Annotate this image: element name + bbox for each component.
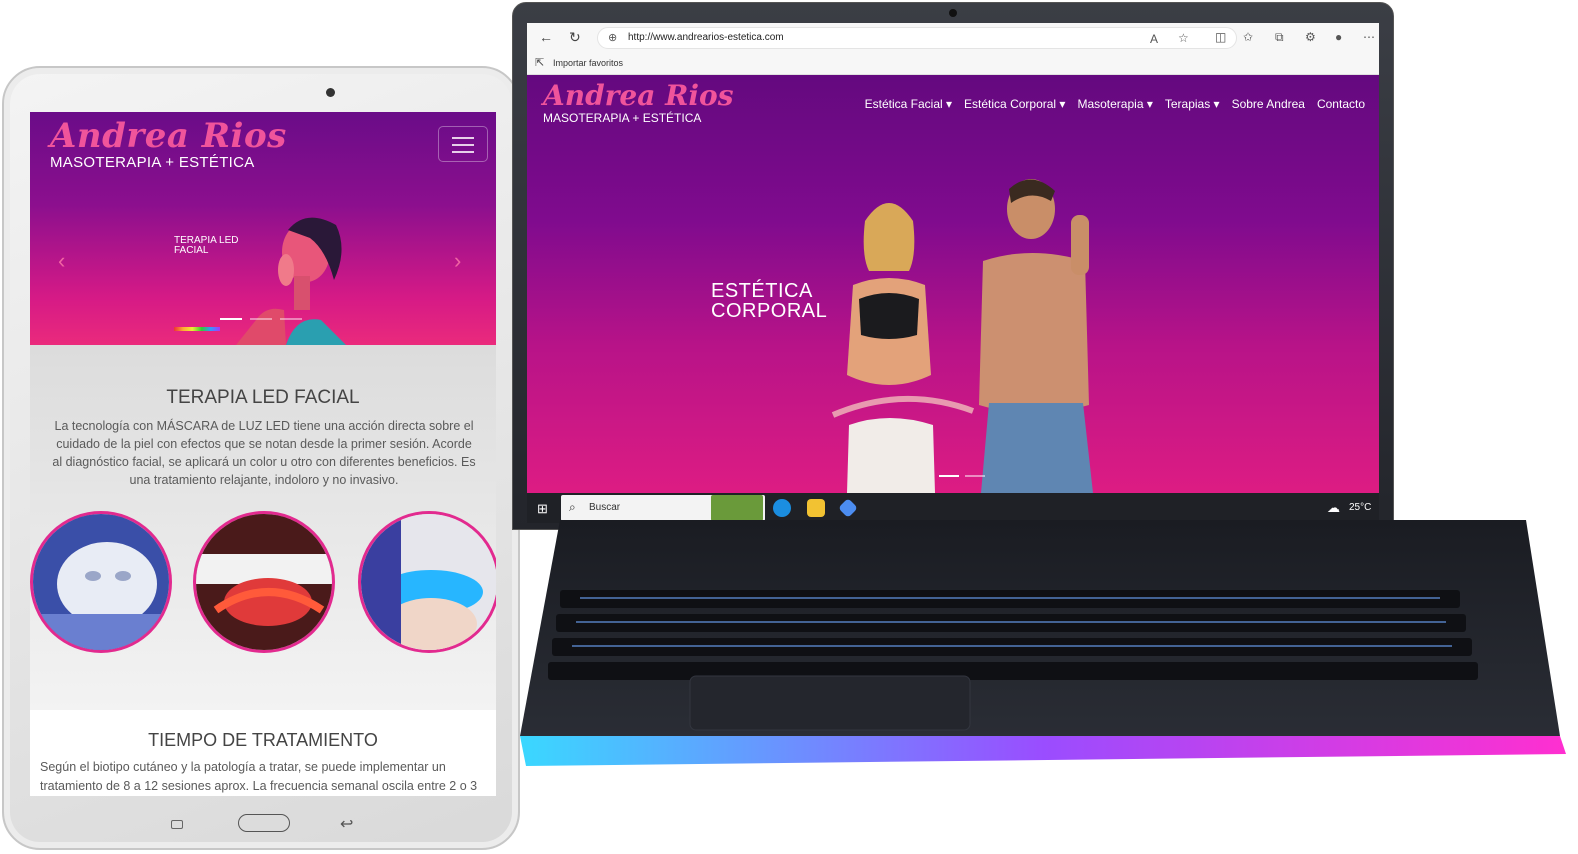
tablet-treatment-time-section: TIEMPO DE TRATAMIENTO Según el biotipo c… (30, 710, 496, 796)
section-body: Según el biotipo cutáneo y la patología … (40, 760, 478, 793)
body-aesthetics-models-image (831, 179, 1093, 493)
git-app-icon[interactable] (838, 498, 858, 518)
hero-title-line2: CORPORAL (711, 300, 828, 322)
windows-start-icon[interactable]: ⊞ (537, 501, 548, 517)
import-icon: ⇱ (535, 57, 545, 69)
weather-icon[interactable]: ☁ (1327, 500, 1340, 516)
tablet-screen: Andrea Rios MASOTERAPIA + ESTÉTICA ‹ › T… (30, 112, 496, 796)
taskbar-temperature[interactable]: 25°C (1349, 502, 1371, 513)
favorites-bar: ⇱ Importar favoritos (527, 53, 1379, 75)
site-logo-subtitle: MASOTERAPIA + ESTÉTICA (543, 111, 702, 125)
windows-taskbar: ⊞ ⌕ Buscar ☁ 25°C (527, 493, 1379, 523)
tablet-carousel-indicators[interactable] (220, 318, 302, 320)
menu-item-masoterapia[interactable]: Masoterapia ▾ (1077, 97, 1152, 111)
site-logo-script[interactable]: Andrea Rios (543, 79, 733, 112)
home-button[interactable] (238, 814, 290, 832)
site-main-menu: Estética Facial ▾ Estética Corporal ▾ Ma… (865, 97, 1365, 111)
edge-browser-icon[interactable] (773, 499, 791, 517)
laptop-screen: ← ↻ ⊕ http://www.andrearios-estetica.com… (527, 23, 1379, 523)
tablet-camera (326, 88, 335, 97)
led-mask-photo-2 (193, 511, 335, 653)
site-carousel-indicators[interactable] (939, 475, 985, 477)
globe-icon: ⊕ (608, 32, 618, 44)
tablet-logo-subtitle: MASOTERAPIA + ESTÉTICA (50, 154, 255, 171)
hamburger-icon (452, 137, 474, 139)
hamburger-icon-bar (452, 144, 474, 146)
led-mask-photo-1 (30, 511, 172, 653)
menu-item-terapias[interactable]: Terapias ▾ (1165, 97, 1220, 111)
menu-item-contacto[interactable]: Contacto (1317, 97, 1365, 111)
split-screen-icon[interactable]: ◫ (1215, 30, 1226, 44)
search-icon: ⌕ (569, 500, 576, 514)
tablet-led-section: TERAPIA LED FACIAL La tecnología con MÁS… (30, 345, 496, 710)
carousel-dot[interactable] (280, 318, 302, 320)
section-title: TIEMPO DE TRATAMIENTO (148, 730, 378, 750)
taskbar-search-placeholder[interactable]: Buscar (589, 502, 620, 513)
hero-title: ESTÉTICA CORPORAL (711, 281, 827, 321)
back-icon[interactable]: ↩ (340, 814, 353, 834)
import-favorites-link[interactable]: Importar favoritos (553, 58, 623, 68)
file-explorer-icon[interactable] (807, 499, 825, 517)
recent-apps-icon[interactable] (171, 820, 183, 829)
back-arrow-icon[interactable]: ← (539, 29, 553, 45)
extensions-icon[interactable]: ⚙ (1305, 30, 1316, 44)
led-mask-woman-image (236, 217, 346, 345)
url-text[interactable]: http://www.andrearios-estetica.com (628, 32, 784, 43)
led-color-strip (174, 327, 220, 331)
carousel-dot[interactable] (965, 475, 985, 477)
favorites-icon[interactable]: ✩ (1243, 30, 1253, 44)
address-bar[interactable]: ⊕ http://www.andrearios-estetica.com A ☆ (597, 27, 1237, 49)
laptop-lid: ← ↻ ⊕ http://www.andrearios-estetica.com… (512, 2, 1394, 530)
refresh-icon[interactable]: ↻ (569, 29, 581, 46)
menu-item-sobre-andrea[interactable]: Sobre Andrea (1232, 97, 1305, 111)
more-options-icon[interactable]: ⋯ (1363, 30, 1375, 44)
section-body: La tecnología con MÁSCARA de LUZ LED tie… (52, 419, 476, 487)
browser-toolbar: ← ↻ ⊕ http://www.andrearios-estetica.com… (527, 23, 1379, 53)
chevron-right-icon[interactable]: › (454, 248, 461, 274)
device-mockup-stage: Andrea Rios MASOTERAPIA + ESTÉTICA ‹ › T… (0, 0, 1578, 854)
collections-icon[interactable]: ⧉ (1275, 30, 1284, 45)
chevron-left-icon[interactable]: ‹ (58, 248, 65, 274)
star-icon[interactable]: ☆ (1178, 31, 1189, 45)
website-hero: Andrea Rios MASOTERAPIA + ESTÉTICA Estét… (527, 75, 1379, 493)
section-title: TERAPIA LED FACIAL (166, 387, 360, 408)
search-highlight-image[interactable] (711, 495, 763, 521)
carousel-dot[interactable] (939, 475, 959, 477)
hamburger-icon-bar (452, 151, 474, 153)
laptop-keyboard-base (520, 520, 1566, 766)
hamburger-menu-button[interactable] (438, 126, 488, 162)
tablet-device: Andrea Rios MASOTERAPIA + ESTÉTICA ‹ › T… (2, 66, 520, 850)
read-aloud-icon[interactable]: A (1150, 32, 1158, 46)
tablet-logo-script[interactable]: Andrea Rios (50, 116, 287, 156)
menu-item-estetica-corporal[interactable]: Estética Corporal ▾ (964, 97, 1065, 111)
tablet-hero-banner: Andrea Rios MASOTERAPIA + ESTÉTICA ‹ › T… (30, 112, 496, 345)
carousel-dot[interactable] (250, 318, 272, 320)
menu-item-estetica-facial[interactable]: Estética Facial ▾ (865, 97, 952, 111)
led-mask-photo-3 (358, 511, 496, 653)
carousel-dot[interactable] (220, 318, 242, 320)
laptop-camera (949, 9, 957, 17)
hero-title-line1: ESTÉTICA (711, 280, 813, 302)
profile-avatar-icon[interactable]: ● (1335, 30, 1342, 44)
